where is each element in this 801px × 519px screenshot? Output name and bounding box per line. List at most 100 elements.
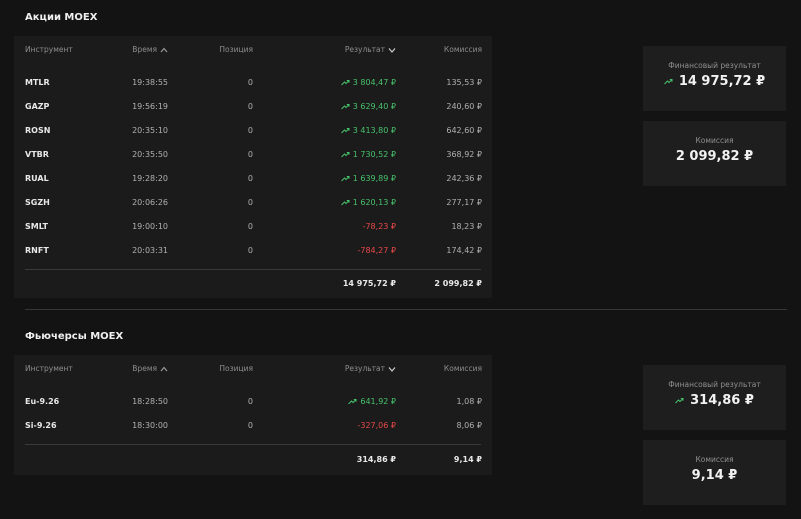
column-header-label: Время bbox=[132, 364, 157, 373]
trend-up-icon bbox=[340, 200, 350, 206]
result-value: 1 730,52 ₽ bbox=[352, 150, 396, 159]
column-header-result[interactable]: Результат bbox=[345, 364, 396, 373]
position-cell: 0 bbox=[247, 78, 253, 87]
futures-table: Инструмент Время Позиция Результат Комис… bbox=[14, 355, 492, 475]
time-cell: 19:00:10 bbox=[132, 222, 168, 231]
instrument-cell: Si-9.26 bbox=[25, 421, 57, 430]
column-header-commission[interactable]: Комиссия bbox=[444, 364, 482, 373]
section-separator bbox=[25, 309, 787, 310]
position-cell: 0 bbox=[247, 397, 253, 406]
financial-result-value: 14 975,72 ₽ bbox=[678, 74, 766, 89]
result-value: -327,06 ₽ bbox=[357, 421, 396, 430]
chevron-down-icon bbox=[388, 47, 396, 53]
column-header-label: Комиссия bbox=[443, 45, 482, 54]
time-cell: 18:28:50 bbox=[132, 397, 168, 406]
card-label: Финансовый результат bbox=[668, 380, 761, 389]
instrument-cell: Eu-9.26 bbox=[25, 397, 60, 406]
table-row[interactable]: Si-9.26 18:30:00 0 -327,06 ₽ 8,06 ₽ bbox=[14, 421, 492, 437]
position-cell: 0 bbox=[247, 102, 253, 111]
time-cell: 19:28:20 bbox=[132, 174, 168, 183]
table-row[interactable]: ROSN 20:35:10 0 3 413,80 ₽ 642,60 ₽ bbox=[14, 126, 492, 142]
table-row[interactable]: RNFT 20:03:31 0 -784,27 ₽ 174,42 ₽ bbox=[14, 246, 492, 262]
result-value: -78,23 ₽ bbox=[362, 222, 396, 231]
trend-up-icon bbox=[663, 79, 673, 85]
column-header-position[interactable]: Позиция bbox=[219, 45, 253, 54]
time-cell: 19:38:55 bbox=[132, 78, 168, 87]
position-cell: 0 bbox=[247, 246, 253, 255]
column-header-label: Комиссия bbox=[443, 364, 482, 373]
column-header-instrument[interactable]: Инструмент bbox=[25, 45, 73, 54]
table-row[interactable]: SGZH 20:06:26 0 1 620,13 ₽ 277,17 ₽ bbox=[14, 198, 492, 214]
instrument-cell: ROSN bbox=[25, 126, 51, 135]
result-cell: 1 639,89 ₽ bbox=[340, 174, 396, 183]
card-value: 9,14 ₽ bbox=[643, 468, 786, 483]
table-row[interactable]: RUAL 19:28:20 0 1 639,89 ₽ 242,36 ₽ bbox=[14, 174, 492, 190]
card-label: Комиссия bbox=[695, 136, 734, 145]
result-value: -784,27 ₽ bbox=[357, 246, 396, 255]
column-header-label: Результат bbox=[344, 364, 385, 373]
table-row[interactable]: GAZP 19:56:19 0 3 629,40 ₽ 240,60 ₽ bbox=[14, 102, 492, 118]
financial-result-value: 314,86 ₽ bbox=[690, 393, 754, 408]
position-cell: 0 bbox=[247, 126, 253, 135]
column-header-label: Позиция bbox=[219, 364, 253, 373]
instrument-cell: RUAL bbox=[25, 174, 49, 183]
instrument-cell: MTLR bbox=[25, 78, 50, 87]
total-commission: 2 099,82 ₽ bbox=[434, 279, 482, 288]
table-row[interactable]: Eu-9.26 18:28:50 0 641,92 ₽ 1,08 ₽ bbox=[14, 397, 492, 413]
result-value: 1 620,13 ₽ bbox=[352, 198, 396, 207]
result-cell: -784,27 ₽ bbox=[357, 246, 396, 255]
commission-cell: 368,92 ₽ bbox=[446, 150, 482, 159]
instrument-cell: GAZP bbox=[25, 102, 50, 111]
trend-up-icon bbox=[340, 80, 350, 86]
column-header-time[interactable]: Время bbox=[132, 45, 168, 54]
result-cell: -327,06 ₽ bbox=[357, 421, 396, 430]
time-cell: 20:35:50 bbox=[132, 150, 168, 159]
card-value: 2 099,82 ₽ bbox=[643, 149, 786, 164]
commission-value: 9,14 ₽ bbox=[691, 468, 738, 483]
commission-cell: 642,60 ₽ bbox=[446, 126, 482, 135]
card-label: Финансовый результат bbox=[668, 61, 761, 70]
time-cell: 20:35:10 bbox=[132, 126, 168, 135]
commission-cell: 277,17 ₽ bbox=[446, 198, 482, 207]
column-header-label: Результат bbox=[344, 45, 385, 54]
stocks-commission-card: Комиссия 2 099,82 ₽ bbox=[643, 121, 786, 186]
commission-cell: 174,42 ₽ bbox=[446, 246, 482, 255]
instrument-cell: RNFT bbox=[25, 246, 49, 255]
column-header-label: Инструмент bbox=[25, 45, 73, 54]
chevron-up-icon bbox=[160, 366, 168, 371]
commission-cell: 8,06 ₽ bbox=[456, 421, 482, 430]
commission-cell: 240,60 ₽ bbox=[446, 102, 482, 111]
total-result: 314,86 ₽ bbox=[356, 455, 396, 464]
result-cell: 3 804,47 ₽ bbox=[340, 78, 396, 87]
time-cell: 19:56:19 bbox=[132, 102, 168, 111]
total-result: 14 975,72 ₽ bbox=[342, 279, 396, 288]
futures-section-title: Фьючерсы MOEX bbox=[25, 331, 124, 342]
trend-up-icon bbox=[340, 176, 350, 182]
table-divider bbox=[25, 444, 481, 445]
futures-commission-card: Комиссия 9,14 ₽ bbox=[643, 440, 786, 505]
commission-cell: 18,23 ₽ bbox=[451, 222, 482, 231]
column-header-label: Инструмент bbox=[25, 364, 73, 373]
column-header-label: Позиция bbox=[219, 45, 253, 54]
table-row[interactable]: MTLR 19:38:55 0 3 804,47 ₽ 135,53 ₽ bbox=[14, 78, 492, 94]
table-row[interactable]: SMLT 19:00:10 0 -78,23 ₽ 18,23 ₽ bbox=[14, 222, 492, 238]
result-cell: 641,92 ₽ bbox=[348, 397, 396, 406]
chevron-up-icon bbox=[160, 47, 168, 52]
result-value: 3 629,40 ₽ bbox=[352, 102, 396, 111]
futures-financial-result-card: Финансовый результат 314,86 ₽ bbox=[643, 365, 786, 430]
column-header-commission[interactable]: Комиссия bbox=[444, 45, 482, 54]
column-header-result[interactable]: Результат bbox=[345, 45, 396, 54]
column-header-time[interactable]: Время bbox=[132, 364, 168, 373]
column-header-position[interactable]: Позиция bbox=[219, 364, 253, 373]
trend-up-icon bbox=[675, 398, 684, 404]
table-row[interactable]: VTBR 20:35:50 0 1 730,52 ₽ 368,92 ₽ bbox=[14, 150, 492, 166]
commission-cell: 135,53 ₽ bbox=[446, 78, 482, 87]
column-header-instrument[interactable]: Инструмент bbox=[25, 364, 73, 373]
trend-up-icon bbox=[340, 152, 350, 158]
result-cell: 3 413,80 ₽ bbox=[340, 126, 396, 135]
result-value: 3 413,80 ₽ bbox=[352, 126, 396, 135]
position-cell: 0 bbox=[247, 150, 253, 159]
table-divider bbox=[25, 269, 481, 270]
result-cell: 1 620,13 ₽ bbox=[340, 198, 396, 207]
stocks-table: Инструмент Время Позиция Результат Комис… bbox=[14, 36, 492, 298]
